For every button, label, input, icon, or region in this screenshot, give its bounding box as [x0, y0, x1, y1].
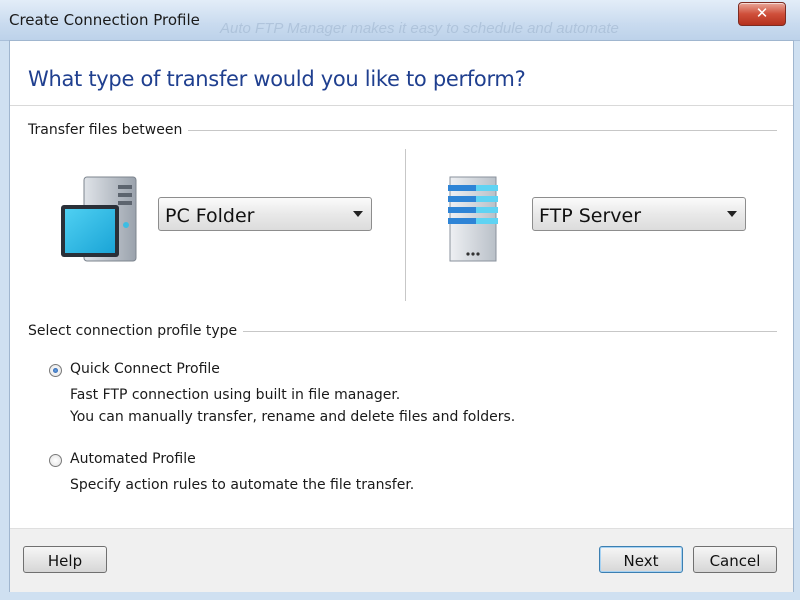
- quick-connect-label[interactable]: Quick Connect Profile: [70, 361, 220, 377]
- quick-connect-radio[interactable]: [49, 364, 62, 377]
- help-button[interactable]: Help: [23, 546, 107, 573]
- page-title: What type of transfer would you like to …: [28, 67, 526, 91]
- computer-icon: [60, 175, 140, 263]
- source-type-value: PC Folder: [165, 205, 255, 227]
- source-type-dropdown[interactable]: PC Folder: [158, 197, 372, 231]
- chevron-down-icon: [727, 211, 737, 217]
- transfer-group-line: [170, 130, 777, 131]
- transfer-divider: [405, 149, 406, 301]
- button-bar: Help Next Cancel: [10, 528, 793, 592]
- title-bar: Create Connection Profile Auto FTP Manag…: [0, 0, 800, 41]
- close-icon: ✕: [755, 4, 769, 22]
- automated-profile-description: Specify action rules to automate the fil…: [70, 477, 415, 493]
- transfer-group-label: Transfer files between: [28, 122, 189, 138]
- background-ghost-text: Auto FTP Manager makes it easy to schedu…: [220, 20, 619, 37]
- ftp-server-icon: [446, 175, 500, 263]
- profile-group-line: [220, 331, 777, 332]
- profile-group-label: Select connection profile type: [28, 323, 244, 339]
- window-title: Create Connection Profile: [9, 11, 200, 29]
- automated-profile-label[interactable]: Automated Profile: [70, 451, 196, 467]
- chevron-down-icon: [353, 211, 363, 217]
- dialog-content: What type of transfer would you like to …: [9, 40, 794, 592]
- next-button[interactable]: Next: [599, 546, 683, 573]
- automated-profile-radio[interactable]: [49, 454, 62, 467]
- quick-connect-description-line-1: Fast FTP connection using built in file …: [70, 387, 401, 403]
- destination-type-value: FTP Server: [539, 205, 642, 227]
- cancel-button[interactable]: Cancel: [693, 546, 777, 573]
- close-button[interactable]: ✕: [738, 2, 786, 26]
- header-separator: [10, 105, 793, 106]
- destination-type-dropdown[interactable]: FTP Server: [532, 197, 746, 231]
- quick-connect-description-line-2: You can manually transfer, rename and de…: [70, 409, 516, 425]
